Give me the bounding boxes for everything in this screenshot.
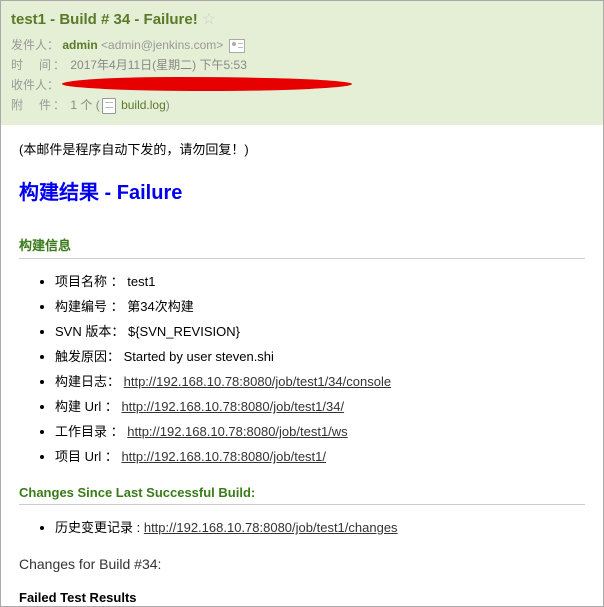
time-value: 2017年4月11日(星期二) 下午5:53 xyxy=(70,58,247,72)
info-label: 构建 Url ： xyxy=(55,399,121,414)
info-link[interactable]: http://192.168.10.78:8080/job/test1/34/c… xyxy=(124,374,391,389)
info-label: 构建编号 ： xyxy=(55,299,127,314)
history-link[interactable]: http://192.168.10.78:8080/job/test1/chan… xyxy=(144,520,398,535)
info-label: SVN 版本： xyxy=(55,324,128,339)
divider xyxy=(19,258,585,259)
file-icon xyxy=(102,98,116,114)
info-value: ${SVN_REVISION} xyxy=(128,324,240,339)
info-label: 工作目录 ： xyxy=(55,424,127,439)
info-label: 项目 Url ： xyxy=(55,449,121,464)
attachment-link[interactable]: build.log xyxy=(121,98,166,112)
info-label: 构建日志： xyxy=(55,374,124,389)
list-item: 项目 Url ： http://192.168.10.78:8080/job/t… xyxy=(55,446,585,465)
auto-reply-notice: (本邮件是程序自动下发的，请勿回复！) xyxy=(19,139,585,158)
changes-since-heading: Changes Since Last Successful Build: xyxy=(19,485,585,500)
info-link[interactable]: http://192.168.10.78:8080/job/test1/ws xyxy=(127,424,347,439)
list-item: 历史变更记录 : http://192.168.10.78:8080/job/t… xyxy=(55,517,585,536)
list-item: 工作目录 ： http://192.168.10.78:8080/job/tes… xyxy=(55,421,585,440)
from-name[interactable]: admin xyxy=(62,38,97,52)
history-label: 历史变更记录 : xyxy=(55,520,144,535)
to-label: 收件人： xyxy=(11,78,59,92)
email-body: (本邮件是程序自动下发的，请勿回复！) 构建结果 - Failure 构建信息 … xyxy=(1,125,603,607)
info-link[interactable]: http://192.168.10.78:8080/job/test1/ xyxy=(121,449,326,464)
history-list: 历史变更记录 : http://192.168.10.78:8080/job/t… xyxy=(19,517,585,536)
list-item: 项目名称 ： test1 xyxy=(55,271,585,290)
info-value: 第34次构建 xyxy=(127,299,193,314)
star-icon[interactable]: ☆ xyxy=(202,9,216,29)
list-item: SVN 版本： ${SVN_REVISION} xyxy=(55,321,585,340)
changes-for-build: Changes for Build #34: xyxy=(19,556,585,572)
time-label: 时 间： xyxy=(11,58,67,72)
list-item: 触发原因： Started by user steven.shi xyxy=(55,346,585,365)
info-value: Started by user steven.shi xyxy=(124,349,274,364)
from-address: <admin@jenkins.com> xyxy=(101,38,223,52)
info-label: 触发原因： xyxy=(55,349,124,364)
list-item: 构建 Url ： http://192.168.10.78:8080/job/t… xyxy=(55,396,585,415)
build-info-heading: 构建信息 xyxy=(19,235,585,254)
info-value: test1 xyxy=(127,274,155,289)
attach-label: 附 件： xyxy=(11,98,67,112)
email-subject: test1 - Build # 34 - Failure! xyxy=(11,11,198,28)
redacted-recipient xyxy=(62,77,352,91)
from-label: 发件人： xyxy=(11,38,59,52)
build-result-heading: 构建结果 - Failure xyxy=(19,176,585,205)
list-item: 构建编号 ： 第34次构建 xyxy=(55,296,585,315)
failed-tests-heading: Failed Test Results xyxy=(19,590,585,605)
email-header: test1 - Build # 34 - Failure! ☆ 发件人： adm… xyxy=(1,1,603,125)
contact-card-icon[interactable] xyxy=(229,39,245,53)
attach-count: 1 个 xyxy=(70,98,92,112)
list-item: 构建日志： http://192.168.10.78:8080/job/test… xyxy=(55,371,585,390)
build-info-list: 项目名称 ： test1构建编号 ： 第34次构建SVN 版本： ${SVN_R… xyxy=(19,271,585,465)
divider xyxy=(19,504,585,505)
info-link[interactable]: http://192.168.10.78:8080/job/test1/34/ xyxy=(121,399,344,414)
info-label: 项目名称 ： xyxy=(55,274,127,289)
